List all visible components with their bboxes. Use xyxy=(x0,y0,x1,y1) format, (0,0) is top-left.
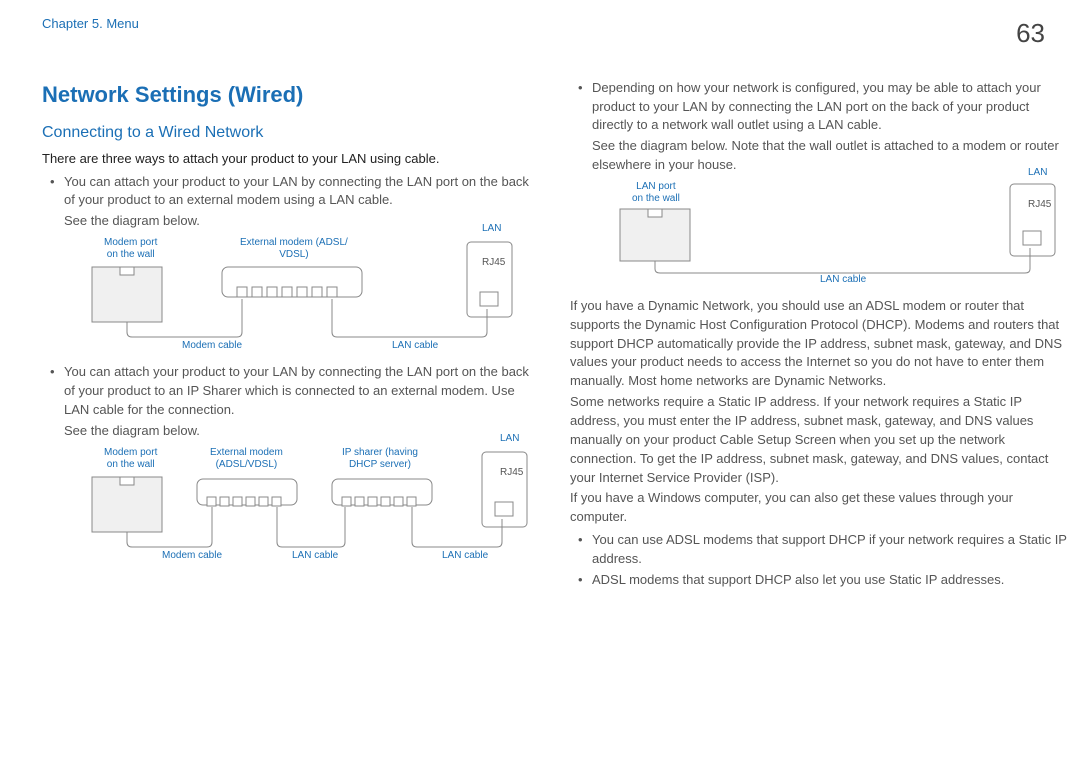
diagram-modem-direct: Modem porton the wall External modem (AD… xyxy=(82,237,522,357)
bullet-item: You can attach your product to your LAN … xyxy=(64,363,542,420)
chapter-link[interactable]: Chapter 5. Menu xyxy=(42,15,139,34)
see-diagram-text: See the diagram below. xyxy=(42,422,542,441)
see-diagram-text: See the diagram below. Note that the wal… xyxy=(570,137,1070,175)
intro-text: There are three ways to attach your prod… xyxy=(42,150,542,169)
section-heading: Network Settings (Wired) xyxy=(42,79,542,111)
bullet-item: ADSL modems that support DHCP also let y… xyxy=(592,571,1070,590)
paragraph: If you have a Dynamic Network, you shoul… xyxy=(570,297,1070,391)
paragraph: If you have a Windows computer, you can … xyxy=(570,489,1070,527)
left-column: Network Settings (Wired) Connecting to a… xyxy=(42,79,542,592)
bullet-item: You can attach your product to your LAN … xyxy=(64,173,542,211)
bullet-item: You can use ADSL modems that support DHC… xyxy=(592,531,1070,569)
paragraph: Some networks require a Static IP addres… xyxy=(570,393,1070,487)
bullet-item: Depending on how your network is configu… xyxy=(592,79,1070,136)
diagram-wall-direct: LAN porton the wall LAN RJ45 LAN cable xyxy=(610,181,1070,291)
page-number: 63 xyxy=(1016,15,1045,53)
subsection-heading: Connecting to a Wired Network xyxy=(42,121,542,144)
diagram-ip-sharer: Modem porton the wall External modem(ADS… xyxy=(82,447,542,567)
see-diagram-text: See the diagram below. xyxy=(42,212,542,231)
right-column: Depending on how your network is configu… xyxy=(570,79,1070,592)
